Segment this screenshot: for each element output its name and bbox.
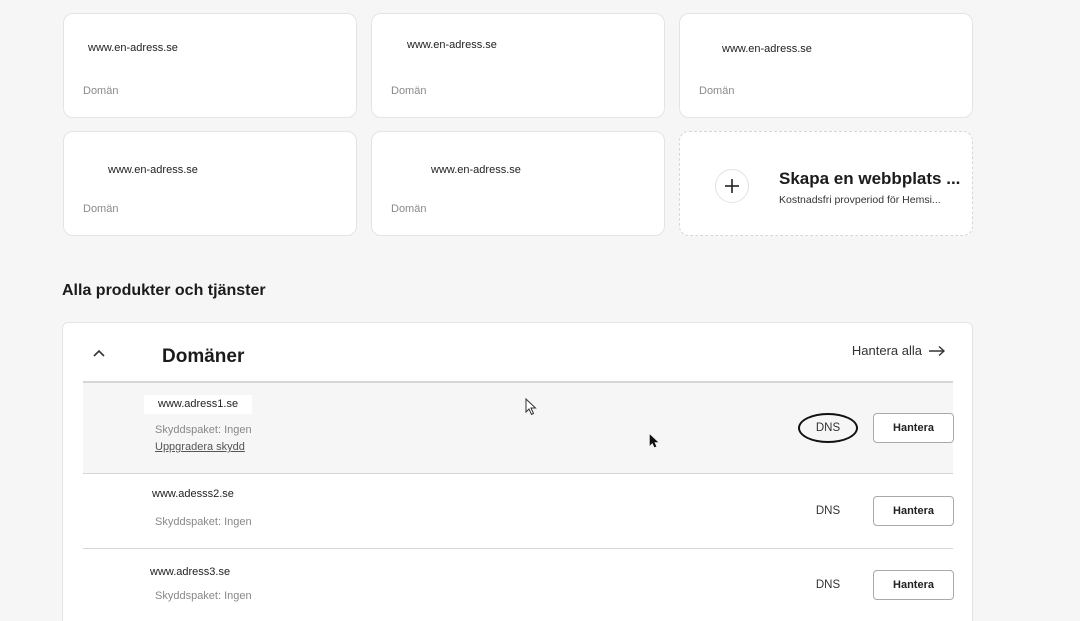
protection-status: Skyddspaket: Ingen [155,424,252,436]
domain-row[interactable]: www.adress1.se Skyddspaket: Ingen Uppgra… [83,383,954,474]
plus-icon [725,179,739,193]
add-website-button[interactable] [715,169,749,203]
arrow-right-icon [929,345,946,356]
protection-status: Skyddspaket: Ingen [155,516,252,528]
domain-card-type: Domän [699,85,735,97]
dns-link[interactable]: DNS [798,579,858,591]
section-title: Alla produkter och tjänster [62,282,266,299]
domain-card-url: www.en-adress.se [431,164,521,176]
domain-card-url: www.en-adress.se [407,39,497,51]
manage-all-label: Hantera alla [851,343,922,358]
manage-button[interactable]: Hantera [873,496,954,526]
domain-name[interactable]: www.adress1.se [144,395,253,414]
dns-link[interactable]: DNS [798,413,858,443]
domain-name[interactable]: www.adesss2.se [152,488,234,500]
domain-card-type: Domän [83,85,119,97]
manage-all-link[interactable]: Hantera alla [852,343,946,358]
domain-card-url: www.en-adress.se [722,43,812,55]
upgrade-protection-link[interactable]: Uppgradera skydd [155,441,245,453]
create-website-card[interactable]: Skapa en webbplats ... Kostnadsfri provp… [679,131,973,236]
domain-card-type: Domän [391,85,427,97]
mouse-pointer-icon [649,434,659,448]
protection-status: Skyddspaket: Ingen [155,590,252,602]
panel-title: Domäner [162,346,245,367]
domain-card[interactable]: www.en-adress.se Domän [371,13,665,118]
create-website-title: Skapa en webbplats ... [779,169,961,188]
domain-card[interactable]: www.en-adress.se Domän [63,131,357,236]
manage-button[interactable]: Hantera [873,413,954,443]
domain-card[interactable]: www.en-adress.se Domän [371,131,665,236]
chevron-up-icon[interactable] [89,345,109,361]
domain-name[interactable]: www.adress3.se [150,566,230,578]
domain-card-url: www.en-adress.se [88,42,178,54]
manage-button[interactable]: Hantera [873,570,954,600]
dns-link[interactable]: DNS [798,505,858,517]
domain-row[interactable]: www.adesss2.se Skyddspaket: Ingen DNS Ha… [83,474,954,549]
domain-card[interactable]: www.en-adress.se Domän [63,13,357,118]
domains-panel: Domäner Hantera alla www.adress1.se Skyd… [62,322,973,621]
domain-card[interactable]: www.en-adress.se Domän [679,13,973,118]
domain-card-type: Domän [83,203,119,215]
domain-card-type: Domän [391,203,427,215]
create-website-subtitle: Kostnadsfri provperiod för Hemsi... [779,194,941,206]
mouse-pointer-outline-icon [525,398,537,416]
domain-row[interactable]: www.adress3.se Skyddspaket: Ingen DNS Ha… [83,549,954,621]
domain-card-url: www.en-adress.se [108,164,198,176]
